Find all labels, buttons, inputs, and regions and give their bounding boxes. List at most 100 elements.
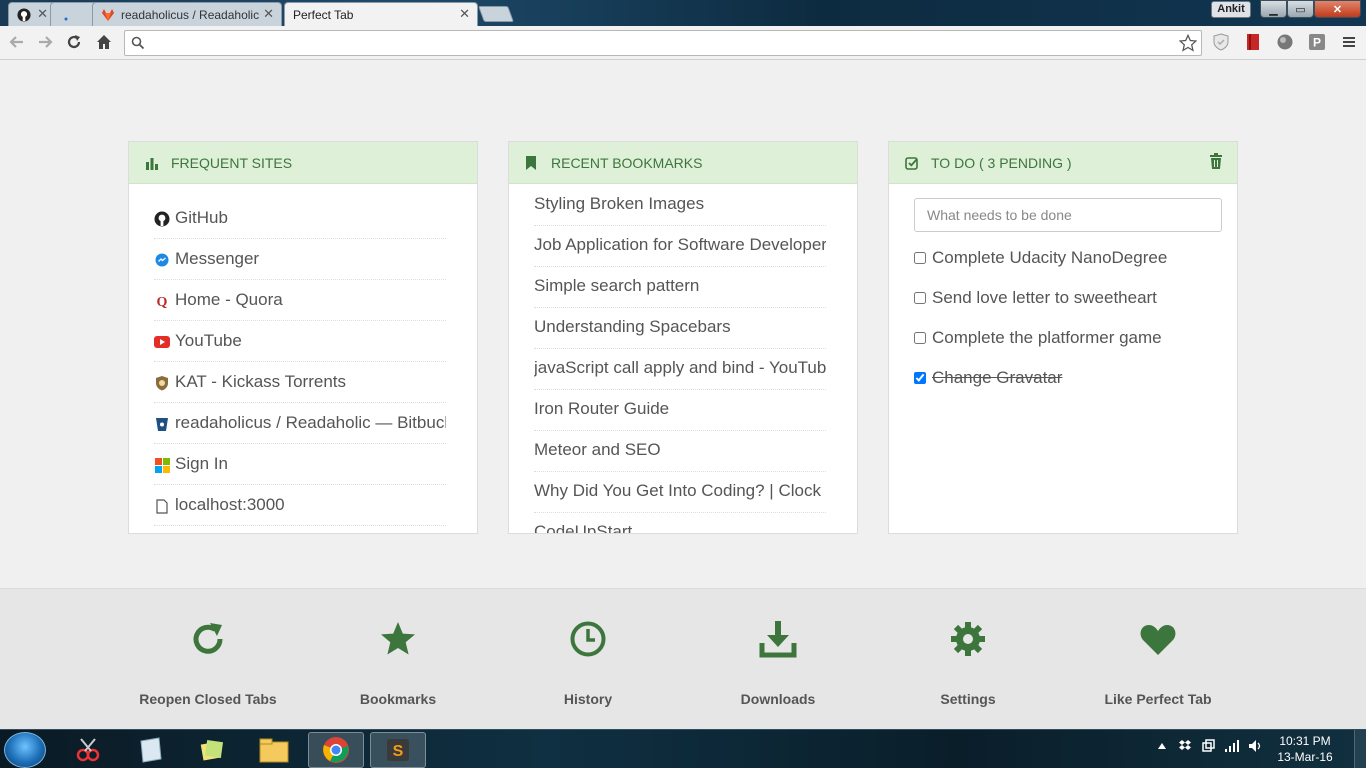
list-item[interactable]: KAT - Kickass Torrents [154,362,446,403]
quick-link-label: History [563,691,613,707]
list-item[interactable]: Q Home - Quora [154,280,446,321]
system-clock[interactable]: 10:31 PM 13-Mar-16 [1270,733,1340,765]
forward-arrow-icon [39,36,53,48]
clock-date: 13-Mar-16 [1277,750,1333,764]
recent-bookmarks-title: RECENT BOOKMARKS [551,154,703,171]
site-label: readaholicus / Readaholic — Bitbucket [175,413,446,432]
show-hidden-icons-icon[interactable] [1154,738,1170,754]
new-tab-button[interactable] [478,6,514,22]
p-extension-icon[interactable]: P [1308,33,1326,51]
address-bar[interactable] [124,30,1202,56]
quick-link-label: Bookmarks [359,691,437,707]
show-desktop-button[interactable] [1354,730,1366,768]
start-button[interactable] [4,732,46,768]
forward-button[interactable] [35,32,55,52]
todo-item[interactable]: Complete Udacity NanoDegree [914,238,1224,278]
clock-icon [570,621,606,657]
star-icon [381,622,415,655]
site-label: GitHub [175,208,228,227]
todo-checkbox[interactable] [914,372,926,384]
close-tab-icon[interactable]: ✕ [459,6,470,22]
chrome-taskbar-icon[interactable] [308,732,364,768]
list-item[interactable]: Iron Router Guide [534,390,826,431]
signal-strength-icon[interactable] [1224,738,1240,754]
maximize-button[interactable]: ▭ [1287,0,1314,18]
shield-extension-icon[interactable] [1212,33,1230,51]
back-button[interactable] [7,32,27,52]
recent-bookmarks-list: Styling Broken Images Job Application fo… [534,185,826,533]
reload-icon [67,35,81,49]
list-item[interactable]: GitHub [154,198,446,239]
list-item[interactable]: localhost:3000 [154,485,446,526]
volume-icon[interactable] [1248,738,1264,754]
trash-icon[interactable] [1209,153,1223,169]
downloads-button[interactable]: Downloads [683,619,873,707]
todo-checkbox[interactable] [914,292,926,304]
tab-perfect-tab[interactable]: Perfect Tab ✕ [284,2,478,26]
youtube-icon [154,334,170,350]
quick-links-bar: Reopen Closed Tabs Bookmarks History Dow… [0,588,1366,729]
site-label: KAT - Kickass Torrents [175,372,346,391]
todo-checkbox[interactable] [914,332,926,344]
file-explorer-taskbar-icon[interactable] [246,732,302,768]
todo-item[interactable]: Complete the platformer game [914,318,1224,358]
tab-github[interactable]: ✕ [8,2,56,26]
list-item[interactable]: Messenger [154,239,446,280]
list-item[interactable]: YouTube [154,321,446,362]
profile-button[interactable]: Ankit [1211,1,1251,18]
tab-loading[interactable] [50,2,98,26]
list-item[interactable]: Sign In [154,444,446,485]
checkbox-icon [905,156,919,170]
home-button[interactable] [94,32,114,52]
frequent-sites-card: FREQUENT SITES GitHub Messenger Q Home -… [128,141,478,534]
sublime-text-taskbar-icon[interactable]: S [370,732,426,768]
browser-toolbar: P [0,26,1366,60]
list-item[interactable]: javaScript call apply and bind - YouTube [534,349,826,390]
list-item[interactable]: Why Did You Get Into Coding? | Clock [534,472,826,513]
todo-title: TO DO ( 3 PENDING ) [931,154,1072,171]
network-adapter-tray-icon[interactable] [1200,738,1216,754]
site-label: Sign In [175,454,228,473]
todo-header: TO DO ( 3 PENDING ) [889,142,1237,184]
minimize-button[interactable]: ▁ [1260,0,1287,18]
reopen-closed-tabs-button[interactable]: Reopen Closed Tabs [113,619,303,707]
close-tab-icon[interactable]: ✕ [37,6,48,22]
svg-text:Q: Q [157,295,168,308]
close-tab-icon[interactable]: ✕ [263,6,274,22]
history-button[interactable]: History [493,619,683,707]
notes-taskbar-icon[interactable] [122,732,178,768]
todo-label: Complete the platformer game [932,328,1162,347]
sticky-notes-taskbar-icon[interactable] [184,732,240,768]
list-item[interactable]: readaholicus / Readaholic — Bitbucket [154,403,446,444]
bookmarks-button[interactable]: Bookmarks [303,619,493,707]
todo-list: Complete Udacity NanoDegree Send love le… [914,238,1224,398]
bookmark-star-icon[interactable] [1179,34,1197,52]
address-input[interactable] [151,34,1161,52]
menu-icon[interactable] [1340,33,1358,51]
todo-checkbox[interactable] [914,252,926,264]
heart-icon [1140,625,1176,655]
red-book-extension-icon[interactable] [1244,33,1262,51]
like-perfect-tab-button[interactable]: Like Perfect Tab [1063,619,1253,707]
snipping-tool-taskbar-icon[interactable] [60,732,116,768]
list-item[interactable]: Styling Broken Images [534,185,826,226]
todo-item[interactable]: Change Gravatar [914,358,1224,398]
todo-input[interactable] [914,198,1222,232]
globe-extension-icon[interactable] [1276,33,1294,51]
todo-item[interactable]: Send love letter to sweetheart [914,278,1224,318]
todo-label: Send love letter to sweetheart [932,288,1157,307]
site-label: localhost:3000 [175,495,285,514]
list-item[interactable]: CodeUpStart [534,513,826,533]
settings-button[interactable]: Settings [873,619,1063,707]
reload-button[interactable] [64,32,84,52]
svg-text:P: P [1313,36,1321,50]
tab-readaholicus[interactable]: readaholicus / Readaholic ✕ [92,2,282,26]
list-item[interactable]: Meteor and SEO [534,431,826,472]
taskbar: S 10:31 PM 13-Mar-16 [0,729,1366,768]
quora-icon: Q [154,293,170,309]
list-item[interactable]: Simple search pattern [534,267,826,308]
list-item[interactable]: Job Application for Software Developer [534,226,826,267]
dropbox-tray-icon[interactable] [1177,738,1193,754]
close-window-button[interactable]: ✕ [1314,0,1361,18]
list-item[interactable]: Understanding Spacebars [534,308,826,349]
